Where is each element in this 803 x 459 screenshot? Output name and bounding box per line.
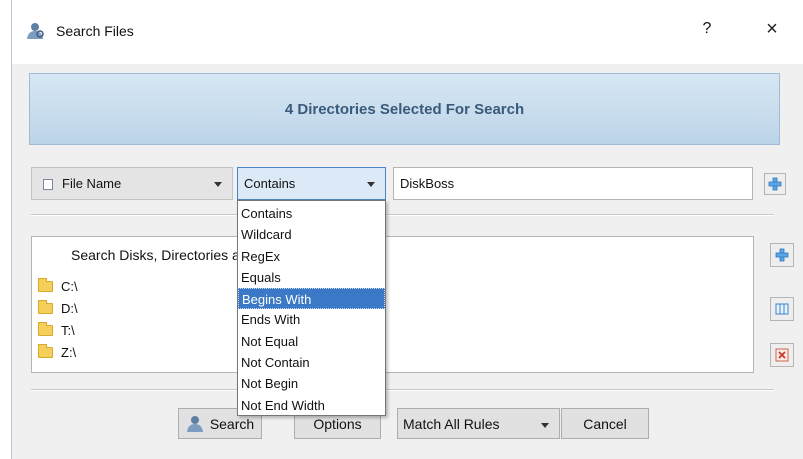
rule-value-input[interactable] bbox=[393, 167, 753, 200]
rule-field-label: File Name bbox=[62, 176, 122, 191]
banner-text: 4 Directories Selected For Search bbox=[284, 100, 525, 118]
list-item[interactable]: D:\ bbox=[38, 298, 78, 318]
dropdown-option-highlighted[interactable]: Begins With bbox=[238, 288, 385, 310]
dropdown-option[interactable]: Not Contain bbox=[238, 352, 385, 373]
dropdown-option[interactable]: Ends With bbox=[238, 309, 385, 330]
chevron-down-icon bbox=[367, 182, 375, 187]
user-search-icon bbox=[26, 22, 46, 40]
folder-icon bbox=[38, 321, 53, 336]
cancel-button[interactable]: Cancel bbox=[561, 408, 649, 439]
dropdown-option[interactable]: Not Equal bbox=[238, 331, 385, 352]
cancel-button-label: Cancel bbox=[583, 415, 627, 432]
rule-field-select[interactable]: File Name bbox=[31, 167, 233, 200]
folder-icon bbox=[38, 343, 53, 358]
directory-path: T:\ bbox=[61, 322, 75, 338]
directory-list[interactable]: Search Disks, Directories and Network Sh… bbox=[31, 236, 754, 373]
add-directory-button[interactable] bbox=[770, 243, 794, 267]
selection-banner: 4 Directories Selected For Search bbox=[29, 73, 780, 145]
list-item[interactable]: Z:\ bbox=[38, 342, 76, 362]
remove-icon bbox=[775, 348, 789, 362]
columns-icon bbox=[775, 303, 789, 315]
plus-icon bbox=[775, 248, 789, 262]
dropdown-option[interactable]: Wildcard bbox=[238, 224, 385, 245]
directory-path: Z:\ bbox=[61, 344, 77, 360]
match-rules-select[interactable]: Match All Rules bbox=[397, 408, 560, 439]
divider bbox=[31, 389, 774, 391]
file-icon bbox=[43, 179, 53, 190]
plus-icon bbox=[768, 177, 782, 191]
user-search-icon bbox=[186, 415, 203, 432]
chevron-down-icon bbox=[541, 423, 549, 428]
remove-directory-button[interactable] bbox=[770, 343, 794, 367]
dropdown-option[interactable]: Not End Width bbox=[238, 395, 385, 416]
title-bar: Search Files ? × bbox=[12, 0, 803, 64]
operator-dropdown-list[interactable]: Contains Wildcard RegEx Equals Begins Wi… bbox=[237, 200, 386, 416]
directory-path: D:\ bbox=[61, 300, 78, 316]
rule-operator-select[interactable]: Contains bbox=[237, 167, 386, 200]
search-button-label: Search bbox=[209, 415, 255, 432]
dropdown-option[interactable]: RegEx bbox=[238, 246, 385, 267]
dropdown-option[interactable]: Contains bbox=[238, 203, 385, 224]
directory-path: C:\ bbox=[61, 278, 78, 294]
chevron-down-icon bbox=[214, 182, 222, 187]
columns-button[interactable] bbox=[770, 297, 794, 321]
options-button-label: Options bbox=[313, 415, 362, 432]
help-button[interactable]: ? bbox=[697, 20, 717, 38]
list-item[interactable]: C:\ bbox=[38, 276, 78, 296]
rule-operator-label: Contains bbox=[244, 176, 296, 191]
close-button[interactable]: × bbox=[760, 18, 784, 41]
folder-icon bbox=[38, 277, 53, 292]
dropdown-option[interactable]: Equals bbox=[238, 267, 385, 288]
search-files-dialog: Search Files ? × 4 Directories Selected … bbox=[11, 0, 803, 459]
match-rules-label: Match All Rules bbox=[403, 415, 500, 432]
divider bbox=[31, 214, 774, 216]
folder-icon bbox=[38, 299, 53, 314]
list-item[interactable]: T:\ bbox=[38, 320, 75, 340]
add-rule-button[interactable] bbox=[764, 173, 786, 195]
window-title: Search Files bbox=[56, 23, 134, 39]
dropdown-option[interactable]: Not Begin bbox=[238, 373, 385, 394]
